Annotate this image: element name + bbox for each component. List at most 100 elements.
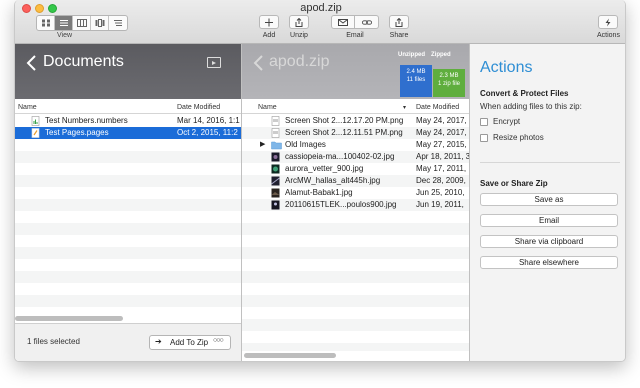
file-name: Screen Shot 2...12.17.20 PM.png <box>285 116 404 125</box>
empty-rows <box>242 211 469 351</box>
lightning-icon <box>605 18 611 26</box>
file-name: cassiopeia-ma...100402-02.jpg <box>285 152 395 161</box>
column-date-modified[interactable]: Date Modified <box>416 104 459 111</box>
checkbox-box[interactable] <box>480 133 488 142</box>
email-tool: Email <box>331 15 379 39</box>
section-divider <box>480 162 620 163</box>
file-name: Screen Shot 2...12.11.51 PM.png <box>285 128 403 137</box>
horizontal-scrollbar[interactable] <box>244 353 336 358</box>
documents-footer: 1 files selected ➔ Add To Zip ○○○ <box>15 323 241 361</box>
zipped-stat: Zipped 2.3 MB 1 zip file <box>431 52 465 97</box>
unzip-tool: Unzip <box>289 15 309 39</box>
resize-photos-label: Resize photos <box>493 133 544 142</box>
zipped-caption: Zipped <box>431 52 451 58</box>
convert-section-subtitle: When adding files to this zip: <box>480 102 582 111</box>
zip-row[interactable]: Screen Shot 2...12.11.51 PM.png May 24, … <box>242 127 469 139</box>
zip-row[interactable]: 20110615TLEK...poulos900.jpg Jun 19, 201… <box>242 199 469 211</box>
cover-flow-view-button[interactable] <box>91 16 109 30</box>
file-name: aurora_vetter_900.jpg <box>285 164 364 173</box>
png-file-icon <box>271 128 280 138</box>
back-chevron-icon[interactable] <box>25 55 39 71</box>
column-name[interactable]: Name <box>18 104 37 111</box>
save-as-button[interactable]: Save as <box>480 193 618 206</box>
toolbar: apod.zip View Add Unzip Email Share Acti… <box>15 0 625 44</box>
file-date: May 17, 2011, <box>416 164 467 173</box>
copy-link-button[interactable] <box>355 15 379 29</box>
icon-view-button[interactable] <box>37 16 55 30</box>
back-chevron-icon[interactable] <box>252 55 266 71</box>
share-button[interactable] <box>389 15 409 29</box>
toggle-sidebar-icon[interactable] <box>207 57 221 68</box>
unzip-button[interactable] <box>289 15 309 29</box>
zip-file-list: Screen Shot 2...12.17.20 PM.png May 24, … <box>242 115 469 211</box>
view-mode-selector[interactable] <box>36 15 128 31</box>
sort-chevron-icon[interactable]: ▾ <box>403 104 406 111</box>
zip-row[interactable]: cassiopeia-ma...100402-02.jpg Apr 18, 20… <box>242 151 469 163</box>
view-label: View <box>57 32 73 39</box>
email-button[interactable] <box>331 15 355 29</box>
file-date: Apr 18, 2011, 3 <box>416 152 469 161</box>
file-date: Mar 14, 2016, 1:1 <box>177 116 240 125</box>
zipped-size: 2.3 MB <box>439 73 459 79</box>
file-date: Jun 25, 2010, <box>416 188 465 197</box>
zip-row[interactable]: ▶ Old Images May 27, 2015, <box>242 139 469 151</box>
file-date: May 24, 2017, <box>416 116 467 125</box>
file-name: Alamut-Babak1.jpg <box>285 188 353 197</box>
more-options-icon[interactable]: ○○○ <box>213 337 224 344</box>
zip-row[interactable]: ArcMW_hallas_alt445h.jpg Dec 28, 2009, <box>242 175 469 187</box>
pages-file-icon <box>31 128 40 138</box>
email-zip-button[interactable]: Email <box>480 214 618 227</box>
column-name[interactable]: Name <box>258 104 277 111</box>
list-view-button[interactable] <box>55 16 73 30</box>
documents-title: Documents <box>43 53 124 70</box>
envelope-icon <box>338 18 348 26</box>
stacked-view-button[interactable] <box>109 16 127 30</box>
horizontal-scrollbar[interactable] <box>15 316 123 321</box>
image-thumbnail-icon <box>271 176 280 186</box>
window-title: apod.zip <box>300 2 342 14</box>
documents-header: Documents <box>15 44 241 99</box>
column-date-modified[interactable]: Date Modified <box>177 104 220 111</box>
share-tool: Share <box>389 15 409 39</box>
unzipped-size: 2.4 MB <box>406 69 426 75</box>
encrypt-checkbox[interactable]: Encrypt <box>480 117 520 126</box>
zip-row[interactable]: Screen Shot 2...12.17.20 PM.png May 24, … <box>242 115 469 127</box>
column-view-button[interactable] <box>73 16 91 30</box>
file-name: Old Images <box>285 140 326 149</box>
file-date: Jun 19, 2011, <box>416 200 464 209</box>
actions-tool: Actions <box>597 15 620 39</box>
zip-row[interactable]: Alamut-Babak1.jpg Jun 25, 2010, <box>242 187 469 199</box>
file-date: May 24, 2017, <box>416 128 467 137</box>
zip-header: apod.zip Unzipped 2.4 MB 11 files Zipped… <box>242 44 469 99</box>
checkbox-box[interactable] <box>480 117 488 126</box>
share-icon <box>395 17 403 27</box>
file-date: Dec 28, 2009, <box>416 176 466 185</box>
app-window: apod.zip View Add Unzip Email Share Acti… <box>14 0 626 362</box>
unzipped-stat: Unzipped 2.4 MB 11 files <box>398 52 432 97</box>
actions-button[interactable] <box>598 15 619 29</box>
disclosure-triangle-icon[interactable]: ▶ <box>260 140 265 148</box>
share-elsewhere-button[interactable]: Share elsewhere <box>480 256 618 269</box>
actions-title: Actions <box>480 59 533 76</box>
image-thumbnail-icon <box>271 152 280 162</box>
documents-list: Test Numbers.numbers Mar 14, 2016, 1:1 T… <box>15 115 241 139</box>
add-to-zip-button[interactable]: ➔ Add To Zip ○○○ <box>149 335 231 350</box>
image-thumbnail-icon <box>271 188 280 198</box>
zip-row[interactable]: aurora_vetter_900.jpg May 17, 2011, <box>242 163 469 175</box>
share-via-clipboard-button[interactable]: Share via clipboard <box>480 235 618 248</box>
zip-title: apod.zip <box>269 53 330 70</box>
arrow-right-icon: ➔ <box>155 337 162 346</box>
file-row[interactable]: Test Numbers.numbers Mar 14, 2016, 1:1 <box>15 115 241 127</box>
add-button[interactable] <box>259 15 279 29</box>
grid-icon <box>41 19 50 27</box>
list-icon <box>59 20 68 26</box>
resize-photos-checkbox[interactable]: Resize photos <box>480 133 544 142</box>
actions-label: Actions <box>597 32 620 39</box>
share-section-title: Save or Share Zip <box>480 179 548 188</box>
zipped-files: 1 zip file <box>437 81 460 87</box>
unzip-icon <box>295 17 303 27</box>
encrypt-label: Encrypt <box>493 117 521 126</box>
file-row[interactable]: Test Pages.pages Oct 2, 2015, 11:2 <box>15 127 241 139</box>
email-label: Email <box>346 32 364 39</box>
zip-column-header: Name ▾ Date Modified <box>242 102 469 114</box>
